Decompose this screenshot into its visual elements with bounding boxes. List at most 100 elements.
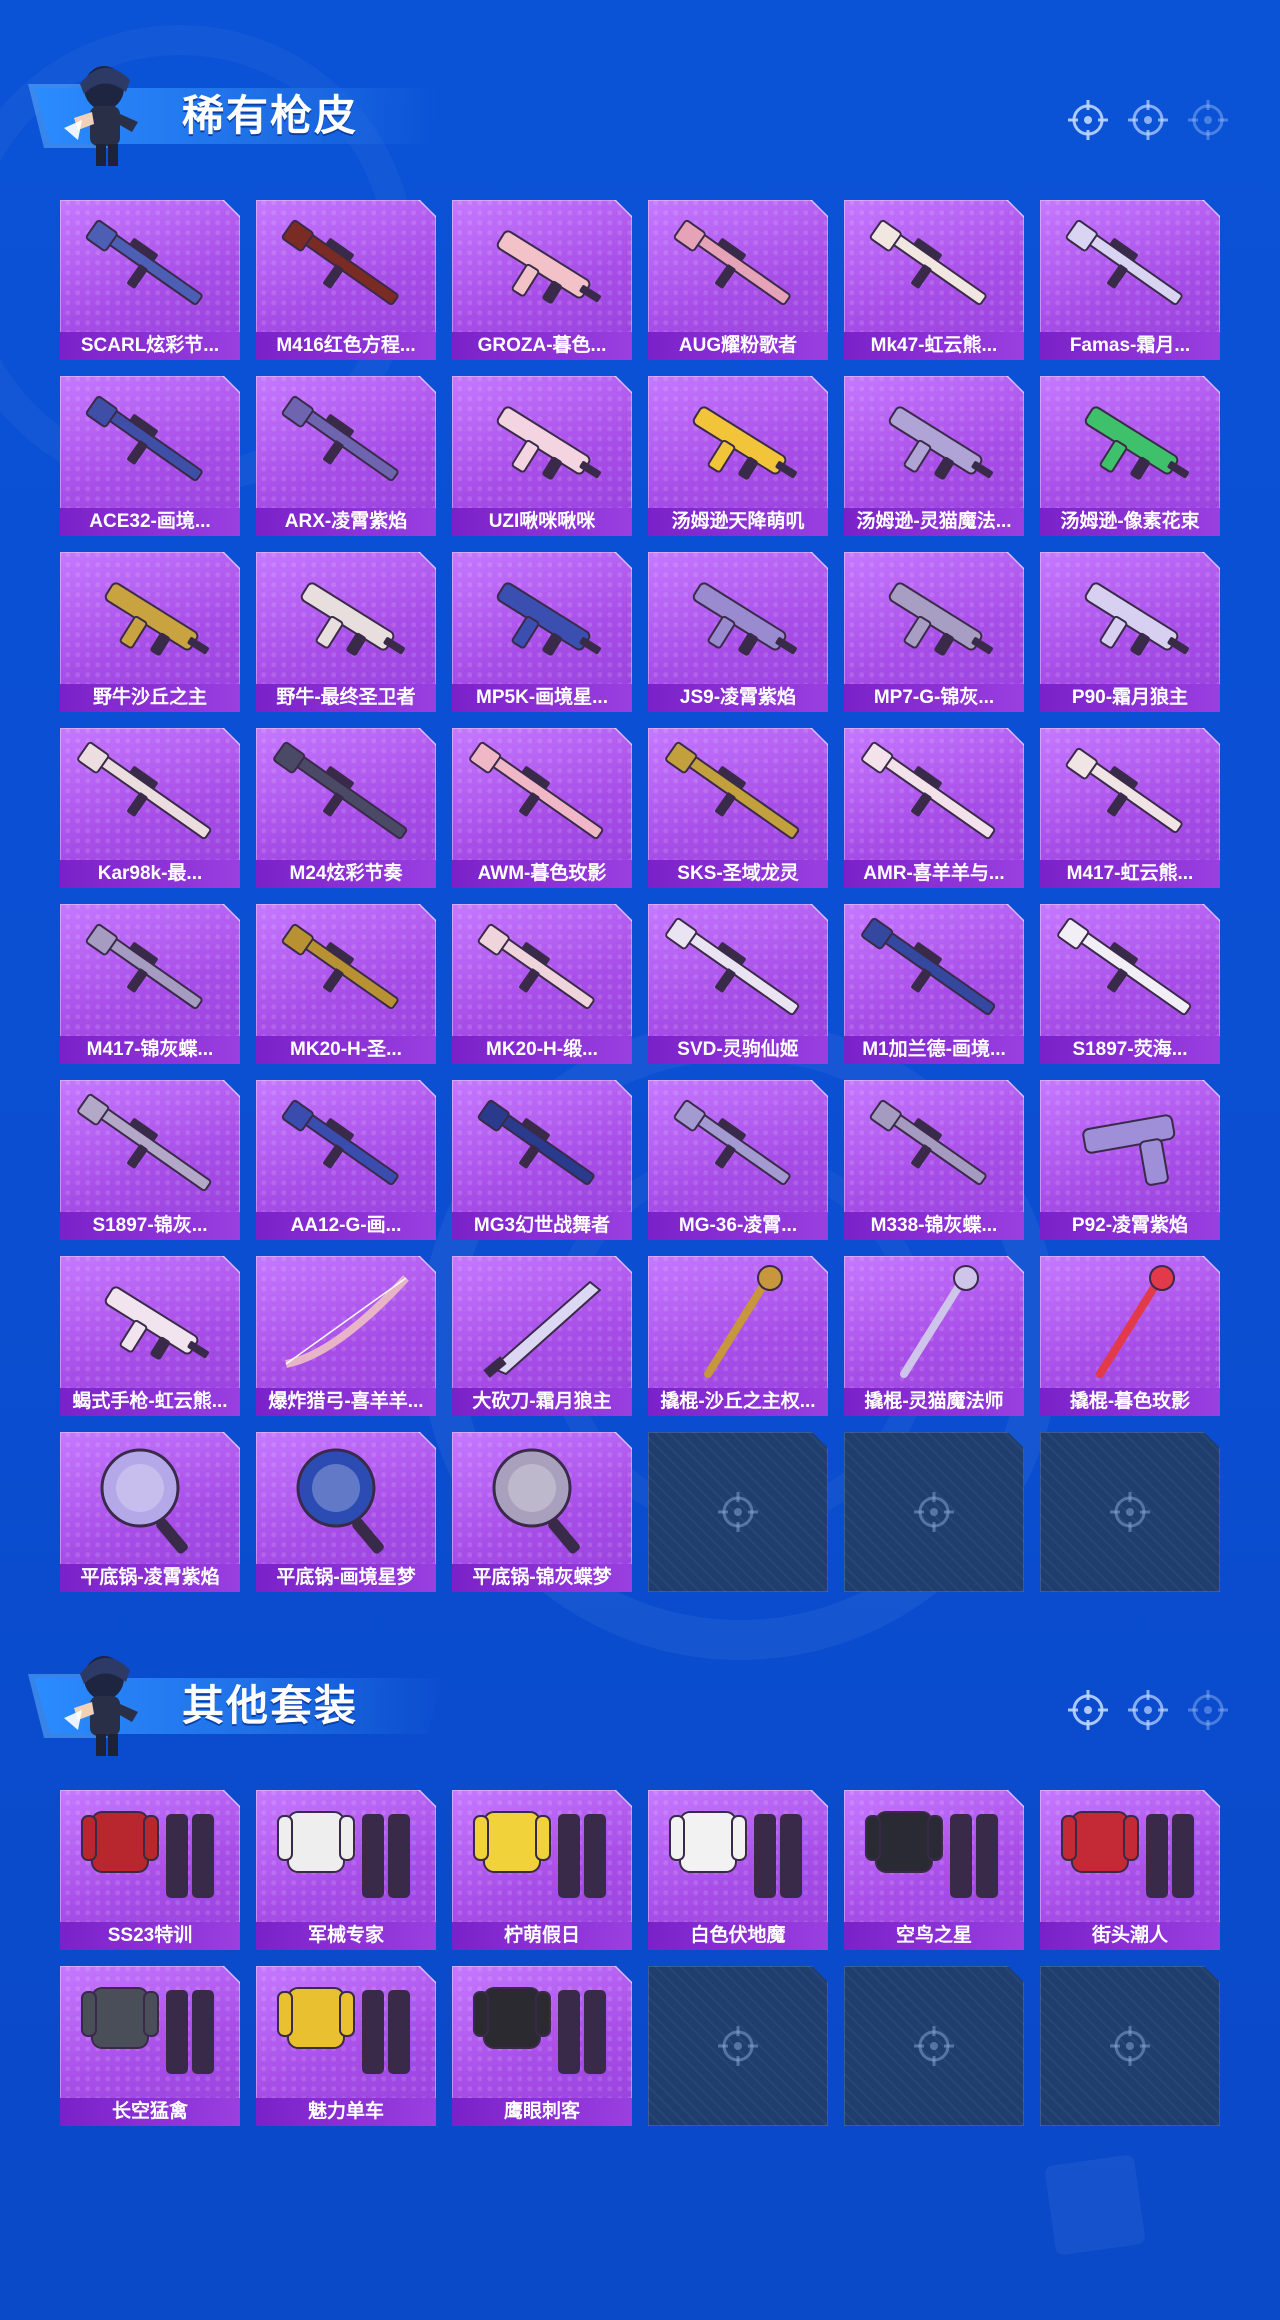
- item-card[interactable]: M24炫彩节奏: [256, 728, 436, 888]
- item-card[interactable]: Famas-霜月...: [1040, 200, 1220, 360]
- item-card[interactable]: AMR-喜羊羊与...: [844, 728, 1024, 888]
- item-label: MK20-H-缎...: [452, 1036, 632, 1064]
- item-card[interactable]: Kar98k-最...: [60, 728, 240, 888]
- smg-icon: [462, 560, 622, 678]
- item-card[interactable]: ACE32-画境...: [60, 376, 240, 536]
- empty-slot: [648, 1966, 828, 2126]
- crosshair-icon: [1066, 1688, 1110, 1732]
- item-card[interactable]: MG-36-凌霄...: [648, 1080, 828, 1240]
- item-card[interactable]: 大砍刀-霜月狼主: [452, 1256, 632, 1416]
- item-label: 平底锅-画境星梦: [256, 1564, 436, 1592]
- item-card[interactable]: M417-锦灰蝶...: [60, 904, 240, 1064]
- item-card[interactable]: 撬棍-灵猫魔法师: [844, 1256, 1024, 1416]
- item-card[interactable]: MG3幻世战舞者: [452, 1080, 632, 1240]
- item-label: P90-霜月狼主: [1040, 684, 1220, 712]
- item-label: 空鸟之星: [844, 1922, 1024, 1950]
- item-label: 街头潮人: [1040, 1922, 1220, 1950]
- item-card[interactable]: GROZA-暮色...: [452, 200, 632, 360]
- item-card[interactable]: 野牛沙丘之主: [60, 552, 240, 712]
- item-card[interactable]: MP7-G-锦灰...: [844, 552, 1024, 712]
- item-card[interactable]: P90-霜月狼主: [1040, 552, 1220, 712]
- empty-slot: [844, 1966, 1024, 2126]
- crosshair-decoration: [1066, 98, 1230, 142]
- item-card[interactable]: UZI啾咪啾咪: [452, 376, 632, 536]
- blade-icon: [462, 1264, 622, 1382]
- item-card[interactable]: AWM-暮色玫影: [452, 728, 632, 888]
- section-title: 其他套装: [182, 1681, 359, 1730]
- item-card[interactable]: 柠萌假日: [452, 1790, 632, 1950]
- sniper-icon: [1050, 912, 1210, 1030]
- item-card[interactable]: 汤姆逊-灵猫魔法...: [844, 376, 1024, 536]
- item-label: 平底锅-锦灰蝶梦: [452, 1564, 632, 1592]
- section-header: 其他套装: [0, 1640, 1280, 1756]
- item-card[interactable]: 鹰眼刺客: [452, 1966, 632, 2126]
- item-card[interactable]: M1加兰德-画境...: [844, 904, 1024, 1064]
- item-card[interactable]: 空鸟之星: [844, 1790, 1024, 1950]
- item-card[interactable]: S1897-荧海...: [1040, 904, 1220, 1064]
- crosshair-decoration: [1066, 1688, 1230, 1732]
- item-label: 长空猛禽: [60, 2098, 240, 2126]
- rifle-icon: [462, 1088, 622, 1206]
- item-label: 军械专家: [256, 1922, 436, 1950]
- sniper-icon: [70, 736, 230, 854]
- outfit-icon: [462, 1974, 622, 2092]
- empty-slot: [844, 1432, 1024, 1592]
- mascot-character-icon: [64, 66, 138, 166]
- item-card[interactable]: 蝎式手枪-虹云熊...: [60, 1256, 240, 1416]
- item-card[interactable]: SKS-圣域龙灵: [648, 728, 828, 888]
- item-label: 撬棍-沙丘之主权...: [648, 1388, 828, 1416]
- rifle-icon: [1050, 208, 1210, 326]
- item-card[interactable]: SCARL炫彩节...: [60, 200, 240, 360]
- item-card[interactable]: 撬棍-暮色玫影: [1040, 1256, 1220, 1416]
- item-card[interactable]: JS9-凌霄紫焰: [648, 552, 828, 712]
- section-other-outfits: 其他套装 SS23特训 军械专家 柠萌假日 白色伏地魔 空鸟之星 街头潮人 长空…: [0, 1640, 1280, 1750]
- item-card[interactable]: 爆炸猎弓-喜羊羊...: [256, 1256, 436, 1416]
- item-card[interactable]: P92-凌霄紫焰: [1040, 1080, 1220, 1240]
- item-card[interactable]: 平底锅-锦灰蝶梦: [452, 1432, 632, 1592]
- rifle-icon: [70, 208, 230, 326]
- item-card[interactable]: 平底锅-画境星梦: [256, 1432, 436, 1592]
- item-label: AWM-暮色玫影: [452, 860, 632, 888]
- item-label: JS9-凌霄紫焰: [648, 684, 828, 712]
- item-card[interactable]: 长空猛禽: [60, 1966, 240, 2126]
- item-card[interactable]: M416红色方程...: [256, 200, 436, 360]
- item-card[interactable]: AUG耀粉歌者: [648, 200, 828, 360]
- item-card[interactable]: 平底锅-凌霄紫焰: [60, 1432, 240, 1592]
- item-label: S1897-锦灰...: [60, 1212, 240, 1240]
- item-card[interactable]: ARX-凌霄紫焰: [256, 376, 436, 536]
- pistol-icon: [1050, 1088, 1210, 1206]
- item-label: 蝎式手枪-虹云熊...: [60, 1388, 240, 1416]
- item-card[interactable]: SS23特训: [60, 1790, 240, 1950]
- item-card[interactable]: MK20-H-圣...: [256, 904, 436, 1064]
- empty-slot: [648, 1432, 828, 1592]
- item-card[interactable]: 野牛-最终圣卫者: [256, 552, 436, 712]
- item-card[interactable]: MK20-H-缎...: [452, 904, 632, 1064]
- item-card[interactable]: 汤姆逊-像素花束: [1040, 376, 1220, 536]
- item-label: 汤姆逊-像素花束: [1040, 508, 1220, 536]
- item-card[interactable]: 街头潮人: [1040, 1790, 1220, 1950]
- item-card[interactable]: S1897-锦灰...: [60, 1080, 240, 1240]
- smg-icon: [266, 560, 426, 678]
- rifle-icon: [658, 1088, 818, 1206]
- item-card[interactable]: Mk47-虹云熊...: [844, 200, 1024, 360]
- item-card[interactable]: M417-虹云熊...: [1040, 728, 1220, 888]
- item-card[interactable]: 军械专家: [256, 1790, 436, 1950]
- item-card[interactable]: M338-锦灰蝶...: [844, 1080, 1024, 1240]
- item-card[interactable]: MP5K-画境星...: [452, 552, 632, 712]
- item-card[interactable]: 魅力单车: [256, 1966, 436, 2126]
- staff-icon: [658, 1264, 818, 1382]
- item-label: MP7-G-锦灰...: [844, 684, 1024, 712]
- staff-icon: [1050, 1264, 1210, 1382]
- crosshair-icon: [1108, 2024, 1152, 2068]
- sniper-icon: [854, 912, 1014, 1030]
- item-card[interactable]: 撬棍-沙丘之主权...: [648, 1256, 828, 1416]
- item-label: M416红色方程...: [256, 332, 436, 360]
- smg-icon: [658, 560, 818, 678]
- item-card[interactable]: SVD-灵驹仙姬: [648, 904, 828, 1064]
- item-card[interactable]: AA12-G-画...: [256, 1080, 436, 1240]
- crosshair-icon: [716, 2024, 760, 2068]
- empty-slot: [1040, 1966, 1220, 2126]
- item-card[interactable]: 白色伏地魔: [648, 1790, 828, 1950]
- outfit-icon: [658, 1798, 818, 1916]
- item-card[interactable]: 汤姆逊天降萌叽: [648, 376, 828, 536]
